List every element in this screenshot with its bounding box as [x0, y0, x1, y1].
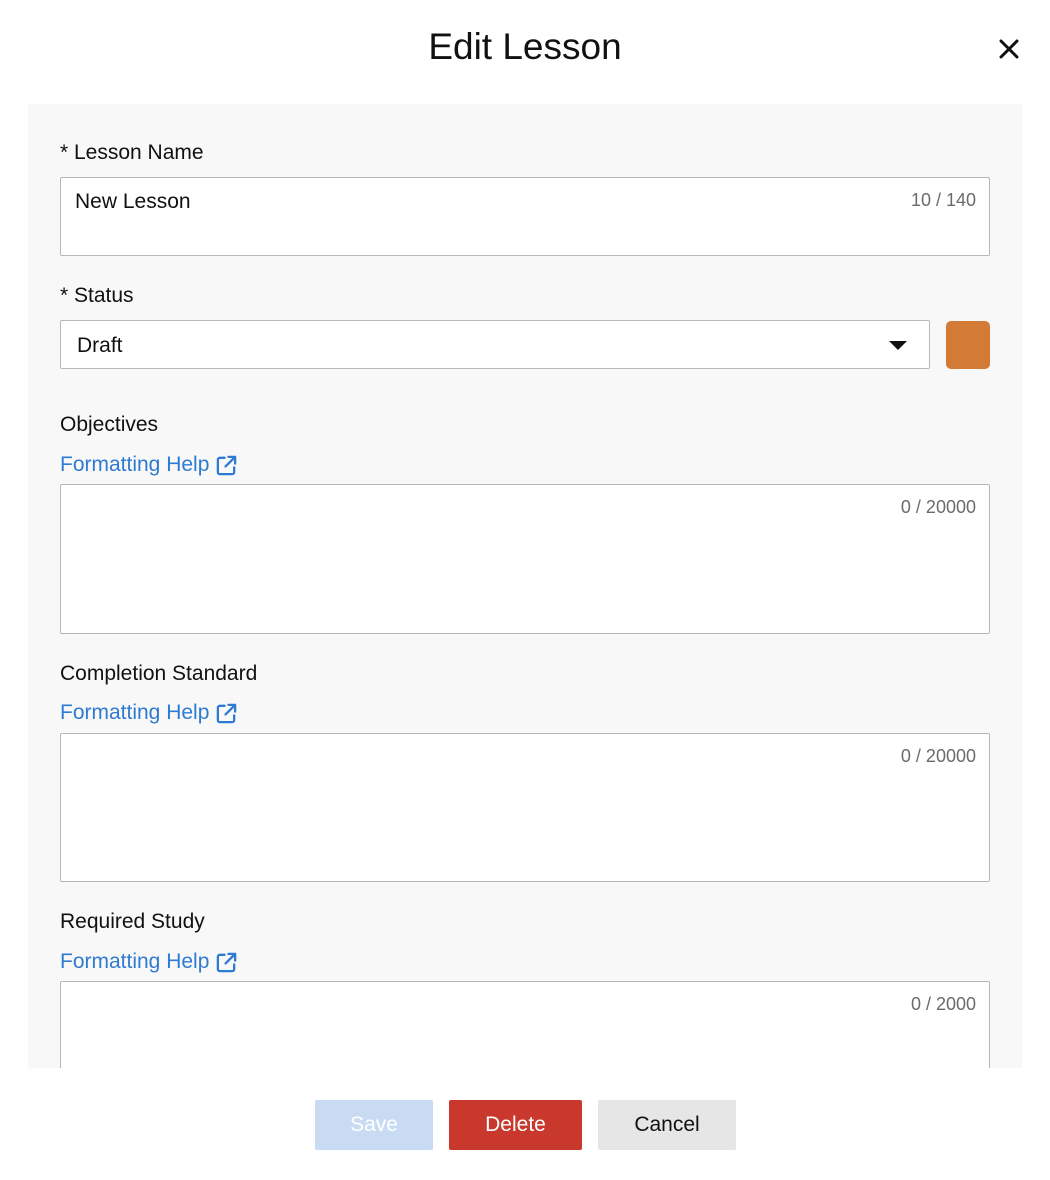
formatting-help-text: Formatting Help — [60, 950, 210, 973]
delete-button[interactable]: Delete — [449, 1100, 582, 1150]
status-color-swatch[interactable] — [946, 321, 990, 369]
lesson-name-value: New Lesson — [75, 190, 191, 213]
completion-standard-label: Completion Standard — [60, 662, 258, 685]
caret-down-icon — [889, 341, 907, 350]
external-link-icon — [217, 952, 237, 972]
status-label: * Status — [60, 284, 134, 307]
close-icon — [999, 39, 1019, 59]
lesson-name-label: * Lesson Name — [60, 141, 204, 164]
save-button[interactable]: Save — [315, 1100, 433, 1150]
close-button[interactable] — [996, 36, 1022, 62]
status-selected-value: Draft — [77, 334, 123, 357]
objectives-counter: 0 / 20000 — [900, 497, 976, 517]
required-study-counter: 0 / 2000 — [910, 994, 976, 1014]
completion-standard-formatting-help-link[interactable]: Formatting Help — [60, 701, 238, 725]
objectives-textarea[interactable]: 0 / 20000 — [60, 484, 990, 634]
formatting-help-text: Formatting Help — [60, 701, 210, 724]
objectives-formatting-help-link[interactable]: Formatting Help — [60, 453, 238, 477]
completion-standard-counter: 0 / 20000 — [900, 746, 976, 766]
required-study-formatting-help-link[interactable]: Formatting Help — [60, 950, 238, 974]
cancel-button[interactable]: Cancel — [598, 1100, 736, 1150]
dialog-body[interactable]: * Lesson Name New Lesson 10 / 140 * Stat… — [28, 104, 1022, 1068]
lesson-name-input[interactable]: New Lesson 10 / 140 — [60, 177, 990, 256]
lesson-name-counter: 10 / 140 — [910, 190, 976, 210]
formatting-help-text: Formatting Help — [60, 453, 210, 476]
objectives-label: Objectives — [60, 413, 159, 436]
edit-lesson-dialog: Edit Lesson * Lesson Name New Lesson 10 … — [0, 0, 1050, 1180]
status-select[interactable]: Draft — [60, 320, 930, 369]
external-link-icon — [217, 455, 237, 475]
dialog-footer: Save Delete Cancel — [0, 1068, 1050, 1180]
dialog-title: Edit Lesson — [428, 26, 622, 67]
required-study-textarea[interactable]: 0 / 2000 — [60, 981, 990, 1068]
external-link-icon — [217, 703, 237, 723]
required-study-label: Required Study — [60, 910, 205, 933]
completion-standard-textarea[interactable]: 0 / 20000 — [60, 733, 990, 882]
